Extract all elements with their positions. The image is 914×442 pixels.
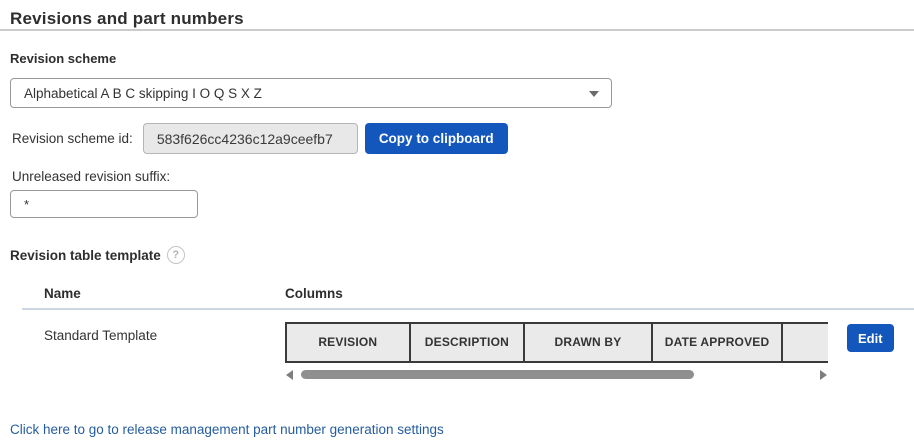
columns-preview-table: REVISION DESCRIPTION DRAWN BY DATE APPRO… bbox=[285, 322, 828, 363]
table-header-divider bbox=[22, 308, 914, 310]
preview-column-date-approved: DATE APPROVED bbox=[653, 324, 784, 361]
help-icon[interactable]: ? bbox=[167, 246, 185, 264]
revision-scheme-label: Revision scheme bbox=[10, 51, 914, 66]
preview-column-description: DESCRIPTION bbox=[411, 324, 526, 361]
revision-table-template-label: Revision table template bbox=[10, 248, 161, 263]
columns-preview: REVISION DESCRIPTION DRAWN BY DATE APPRO… bbox=[285, 322, 828, 381]
edit-template-button[interactable]: Edit bbox=[847, 324, 894, 352]
copy-to-clipboard-button[interactable]: Copy to clipboard bbox=[365, 123, 508, 154]
columns-preview-viewport: REVISION DESCRIPTION DRAWN BY DATE APPRO… bbox=[285, 322, 828, 363]
revision-scheme-selected-value: Alphabetical A B C skipping I O Q S X Z bbox=[24, 86, 262, 101]
column-header-columns: Columns bbox=[285, 286, 343, 301]
preview-column-drawn-by: DRAWN BY bbox=[525, 324, 653, 361]
revision-scheme-id-field bbox=[143, 123, 358, 154]
unreleased-suffix-label: Unreleased revision suffix: bbox=[12, 169, 914, 184]
table-row: Standard Template REVISION DESCRIPTION D… bbox=[0, 322, 914, 381]
scroll-left-icon[interactable] bbox=[286, 370, 293, 380]
template-table-header: Name Columns bbox=[0, 286, 914, 301]
release-management-settings-link[interactable]: Click here to go to release management p… bbox=[10, 422, 444, 437]
template-name: Standard Template bbox=[44, 322, 285, 343]
page-header: Revisions and part numbers bbox=[0, 0, 914, 31]
revision-scheme-id-row: Revision scheme id: Copy to clipboard bbox=[12, 123, 914, 154]
unreleased-suffix-input[interactable] bbox=[10, 190, 198, 218]
revision-scheme-id-label: Revision scheme id: bbox=[12, 131, 133, 146]
scrollbar-thumb[interactable] bbox=[301, 370, 694, 379]
chevron-down-icon bbox=[589, 91, 599, 97]
column-header-name: Name bbox=[44, 286, 285, 301]
preview-column-revision: REVISION bbox=[287, 324, 411, 361]
page-title: Revisions and part numbers bbox=[0, 0, 914, 29]
revision-scheme-select[interactable]: Alphabetical A B C skipping I O Q S X Z bbox=[10, 78, 612, 108]
revision-table-template-heading: Revision table template ? bbox=[10, 246, 914, 264]
preview-column-clipped bbox=[783, 324, 828, 361]
scroll-right-icon[interactable] bbox=[820, 370, 827, 380]
preview-horizontal-scrollbar[interactable] bbox=[285, 367, 828, 381]
